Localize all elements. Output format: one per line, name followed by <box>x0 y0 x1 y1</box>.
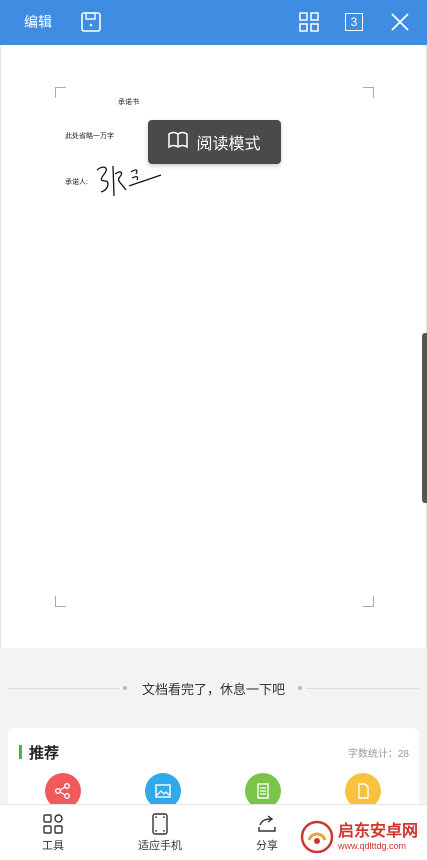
phone-fit-icon <box>149 813 171 840</box>
divider-dot <box>298 686 302 690</box>
word-count: 字数统计：28 <box>347 749 409 760</box>
page-corner-mark <box>55 596 66 607</box>
handwritten-signature <box>91 160 167 205</box>
tools-icon <box>42 813 64 840</box>
reading-mode-label: 阅读模式 <box>196 136 261 153</box>
signer-label: 承诺人: <box>65 179 88 186</box>
end-of-document-section: 文档看完了，休息一下吧 <box>0 648 427 726</box>
scrollbar-handle[interactable] <box>422 333 427 503</box>
section-accent-bar <box>19 745 22 759</box>
fit-phone-button[interactable]: 适应手机 <box>120 805 200 860</box>
page-count-button[interactable]: 3 <box>340 8 368 36</box>
tools-label: 工具 <box>42 840 64 852</box>
save-icon[interactable] <box>77 8 105 36</box>
top-toolbar: 编辑 3 <box>0 0 427 45</box>
reading-mode-toast[interactable]: 阅读模式 <box>148 120 281 164</box>
watermark-logo-icon <box>300 820 334 854</box>
tools-button[interactable]: 工具 <box>13 805 93 860</box>
site-watermark: 启东安卓网 www.qdlttdg.com <box>300 818 427 856</box>
page-corner-mark <box>55 87 66 98</box>
share-button[interactable]: 分享 <box>227 805 307 860</box>
recommend-title: 推荐 <box>29 745 60 762</box>
share-icon <box>256 813 278 840</box>
edit-button[interactable]: 编辑 <box>24 12 52 32</box>
share-label: 分享 <box>256 840 278 852</box>
page-corner-mark <box>363 87 374 98</box>
watermark-url: www.qdlttdg.com <box>338 840 407 851</box>
document-body: 此处省略一万字 <box>65 133 114 140</box>
page-count: 3 <box>345 13 363 31</box>
book-icon <box>168 131 189 154</box>
fit-phone-label: 适应手机 <box>138 840 182 852</box>
document-title: 承诺书 <box>118 99 139 106</box>
close-icon[interactable] <box>386 8 414 36</box>
watermark-name: 启东安卓网 <box>338 822 419 840</box>
document-page[interactable]: 承诺书 此处省略一万字 承诺人: 阅读模式 <box>0 45 427 648</box>
page-corner-mark <box>363 596 374 607</box>
grid-view-icon[interactable] <box>295 8 323 36</box>
divider <box>306 688 419 689</box>
